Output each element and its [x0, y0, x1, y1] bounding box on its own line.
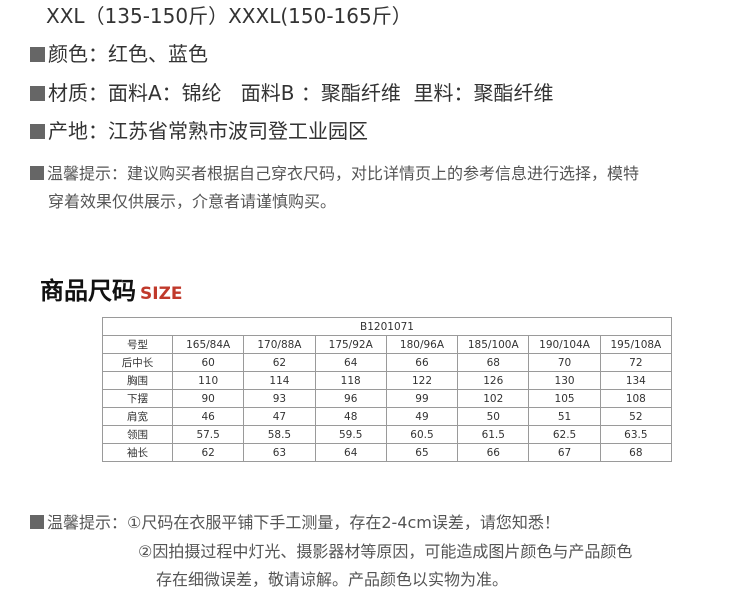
size-title-cn: 商品尺码 — [40, 277, 136, 305]
size-table-row-label: 领围 — [102, 425, 173, 444]
size-table-cell: 134 — [599, 371, 673, 390]
size-table-cell: 67 — [528, 443, 601, 462]
size-table-cell: 59.5 — [314, 425, 387, 444]
size-table-header-cell: 号型 — [102, 335, 173, 354]
size-table-header-cell: 185/100A — [457, 335, 530, 354]
size-table-header-row: 号型 165/84A 170/88A 175/92A 180/96A 185/100A 19… — [102, 335, 673, 354]
size-section-title: 商品尺码 SIZE — [40, 271, 183, 306]
size-table-code-row: B1201071 — [102, 317, 672, 336]
size-range-line: XXL（135-150斤）XXXL(150-165斤） — [46, 4, 412, 28]
size-table-header-cell: 195/108A — [599, 335, 673, 354]
size-table-code: B1201071 — [102, 317, 672, 336]
size-table-row: 后中长 60 62 64 66 68 70 72 — [102, 353, 673, 372]
size-table-header-cell: 165/84A — [171, 335, 245, 354]
size-table-row: 胸围 110 114 118 122 126 130 134 — [102, 371, 673, 390]
size-table-header-cell: 175/92A — [314, 335, 387, 354]
bullet-square-icon — [30, 47, 45, 62]
size-table-cell: 96 — [314, 389, 387, 408]
color-spec-text: 颜色：红色、蓝色 — [48, 42, 208, 66]
size-title-en: SIZE — [140, 284, 183, 304]
size-table-header-cell: 180/96A — [385, 335, 459, 354]
size-table-cell: 48 — [314, 407, 387, 426]
note-line-2: ②因拍摄过程中灯光、摄影器材等原因，可能造成图片颜色与产品颜色 — [138, 542, 633, 561]
bullet-square-icon — [30, 515, 44, 529]
size-table-cell: 70 — [528, 353, 601, 372]
size-table-cell: 102 — [457, 389, 530, 408]
size-table-cell: 93 — [243, 389, 316, 408]
tip-line-2: 穿着效果仅供展示，介意者请谨慎购买。 — [48, 192, 337, 211]
size-table-cell: 60 — [171, 353, 245, 372]
size-table-cell: 99 — [385, 389, 459, 408]
size-table-cell: 126 — [457, 371, 530, 390]
tip-text-1: 温馨提示：建议购买者根据自己穿衣尺码，对比详情页上的参考信息进行选择，模特 — [47, 164, 640, 183]
size-table-cell: 61.5 — [457, 425, 530, 444]
size-table-cell: 66 — [385, 353, 459, 372]
size-table-cell: 64 — [314, 443, 387, 462]
size-table-cell: 64 — [314, 353, 387, 372]
size-table-cell: 49 — [385, 407, 459, 426]
size-table-cell: 46 — [171, 407, 245, 426]
size-table-cell: 65 — [385, 443, 459, 462]
bullet-square-icon — [30, 86, 45, 101]
size-table-row-label: 肩宽 — [102, 407, 173, 426]
size-table-row: 领围 57.5 58.5 59.5 60.5 61.5 62.5 63.5 — [102, 425, 673, 444]
material-spec-text: 材质：面料A：锦纶 面料B ：聚酯纤维 里料：聚酯纤维 — [48, 81, 554, 105]
size-table-row: 袖长 62 63 64 65 66 67 68 — [102, 443, 673, 462]
size-table-cell: 122 — [385, 371, 459, 390]
size-table-cell: 105 — [528, 389, 601, 408]
size-table-cell: 62.5 — [528, 425, 601, 444]
size-table-cell: 63.5 — [599, 425, 673, 444]
size-table-cell: 130 — [528, 371, 601, 390]
size-table-cell: 110 — [171, 371, 245, 390]
size-table-cell: 118 — [314, 371, 387, 390]
size-table-cell: 50 — [457, 407, 530, 426]
size-table-cell: 68 — [599, 443, 673, 462]
size-table-cell: 58.5 — [243, 425, 316, 444]
size-table-cell: 90 — [171, 389, 245, 408]
note-text-1: 温馨提示：①尺码在衣服平铺下手工测量，存在2-4cm误差，请您知悉！ — [47, 513, 560, 532]
size-table-cell: 63 — [243, 443, 316, 462]
bullet-square-icon — [30, 124, 45, 139]
size-table-row-label: 袖长 — [102, 443, 173, 462]
size-table-cell: 114 — [243, 371, 316, 390]
size-table-row-label: 下摆 — [102, 389, 173, 408]
size-table-row-label: 后中长 — [102, 353, 173, 372]
size-table-cell: 68 — [457, 353, 530, 372]
size-table-cell: 62 — [171, 443, 245, 462]
size-table-row: 肩宽 46 47 48 49 50 51 52 — [102, 407, 673, 426]
bullet-square-icon — [30, 166, 44, 180]
size-table-cell: 72 — [599, 353, 673, 372]
origin-spec-text: 产地：江苏省常熟市波司登工业园区 — [48, 119, 368, 143]
material-spec: 材质：面料A：锦纶 面料B ：聚酯纤维 里料：聚酯纤维 — [30, 79, 554, 107]
note-line-1: 温馨提示：①尺码在衣服平铺下手工测量，存在2-4cm误差，请您知悉！ — [30, 510, 560, 536]
size-table-cell: 66 — [457, 443, 530, 462]
size-table-row: 下摆 90 93 96 99 102 105 108 — [102, 389, 673, 408]
size-table-header-cell: 170/88A — [243, 335, 316, 354]
size-table-cell: 57.5 — [171, 425, 245, 444]
tip-line-1: 温馨提示：建议购买者根据自己穿衣尺码，对比详情页上的参考信息进行选择，模特 — [30, 161, 639, 187]
color-spec: 颜色：红色、蓝色 — [30, 40, 208, 68]
size-table: B1201071 号型 165/84A 170/88A 175/92A 180/96A 1… — [102, 317, 673, 462]
size-table-cell: 51 — [528, 407, 601, 426]
size-table-row-label: 胸围 — [102, 371, 173, 390]
size-table-cell: 108 — [599, 389, 673, 408]
size-table-cell: 60.5 — [385, 425, 459, 444]
size-table-cell: 52 — [599, 407, 673, 426]
size-table-header-cell: 190/104A — [528, 335, 601, 354]
size-table-cell: 47 — [243, 407, 316, 426]
note-line-3: 存在细微误差，敬请谅解。产品颜色以实物为准。 — [156, 570, 509, 589]
size-table-cell: 62 — [243, 353, 316, 372]
origin-spec: 产地：江苏省常熟市波司登工业园区 — [30, 117, 368, 145]
